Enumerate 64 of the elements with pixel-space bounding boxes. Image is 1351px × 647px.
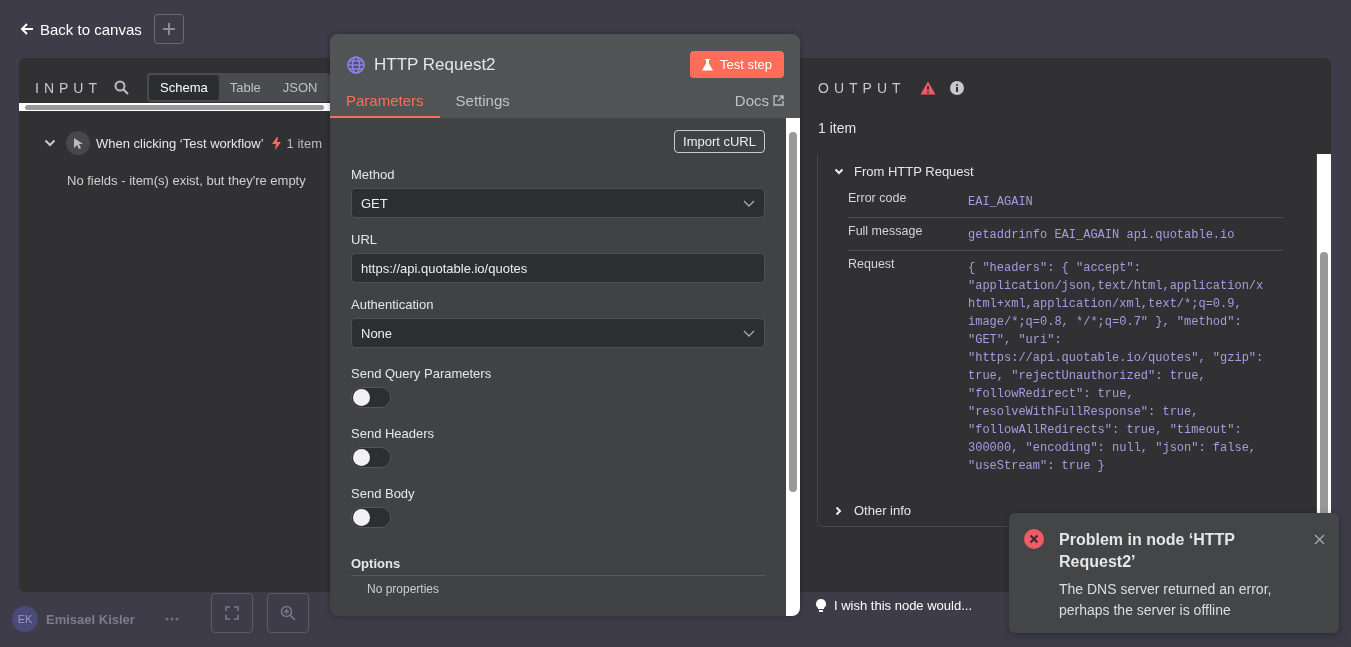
field-label: Send Body — [351, 486, 416, 501]
output-item-count: 1 item — [817, 119, 858, 136]
notification-title: Problem in node ‘HTTP Request2’ — [1059, 530, 1236, 572]
horizontal-scrollbar[interactable] — [19, 103, 330, 111]
info-icon[interactable] — [949, 81, 964, 95]
detail-value: getaddrinfo EAI_AGAIN api.quotable.io — [968, 227, 1236, 244]
detail-label: Error code — [848, 191, 908, 207]
dropdown-field[interactable]: GET — [351, 188, 765, 218]
dropdown-field[interactable]: None — [351, 318, 765, 348]
output-title: OUTPUT — [818, 80, 906, 96]
field-label: Send Headers — [351, 426, 436, 441]
fullscreen-icon — [225, 606, 239, 620]
toggle-switch[interactable] — [351, 387, 391, 408]
zoom-in-icon — [280, 605, 296, 621]
globe-icon — [347, 55, 365, 74]
external-link-icon — [773, 95, 784, 106]
user-name: Emisael Kisler — [46, 611, 135, 627]
back-to-canvas-link[interactable]: Back to canvas — [20, 20, 142, 38]
chevron-down-icon[interactable] — [44, 139, 56, 147]
empty-message: No fields - item(s) exist, but they're empty — [67, 173, 307, 188]
close-icon[interactable] — [1314, 534, 1325, 545]
detail-value: { "headers": { "accept": "application/json,text/html,application/xhtml+xml,application/xml,text/*;q=0.9, image/*;q=0.8, */*;q=0.7" }, "method": "GET", "uri": "https://api.quotable.io/quotes", "gzip": true, "rejectUnauthorized": true, "followRedirect": true, "resolveWithFullResponse": true, "followAllRedirects": true, "timeout": 300000, "encoding": null, "json": false, "useStream": true } — [968, 260, 1264, 475]
user-avatar: EK — [12, 606, 38, 632]
plus-icon — [161, 22, 176, 36]
lightning-icon — [271, 136, 281, 150]
field-label: Send Query Parameters — [351, 366, 493, 381]
flask-icon — [701, 58, 713, 71]
import-curl-button[interactable]: Import cURL — [674, 130, 765, 153]
search-icon[interactable] — [114, 80, 129, 95]
add-node-button[interactable] — [153, 14, 184, 44]
notification-message: The DNS server returned an error, perhaps the server is offline — [1059, 580, 1273, 620]
toggle-switch[interactable] — [351, 507, 391, 528]
vertical-scrollbar[interactable] — [786, 118, 800, 616]
view-tab[interactable]: JSON — [271, 75, 329, 100]
view-tab[interactable]: Schema — [149, 75, 219, 100]
detail-label: Full message — [848, 224, 924, 240]
detail-label: Request — [848, 257, 896, 273]
arrow-left-icon — [20, 22, 34, 36]
chevron-icon[interactable] — [834, 167, 844, 176]
field-label: Method — [351, 167, 396, 182]
panel-tab[interactable]: Settings — [439, 84, 526, 118]
cursor-icon — [66, 131, 90, 155]
detail-value: EAI_AGAIN — [968, 194, 1034, 211]
node-title[interactable]: HTTP Request2 — [374, 54, 681, 75]
section-title[interactable]: From HTTP Request — [854, 164, 974, 179]
view-tab[interactable]: Table — [218, 75, 272, 100]
error-icon — [1024, 529, 1044, 549]
item-count: 1 item — [286, 135, 322, 151]
chevron-down-icon — [743, 329, 755, 337]
section-title[interactable]: Other info — [854, 503, 912, 518]
no-properties-text: No properties — [367, 582, 441, 596]
chevron-icon[interactable] — [835, 505, 843, 516]
chevron-down-icon — [743, 199, 755, 207]
options-heading: Options — [351, 556, 765, 576]
feedback-link[interactable]: I wish this node would... — [834, 598, 973, 613]
lightbulb-icon — [816, 599, 826, 612]
docs-link[interactable]: Docs — [734, 92, 784, 118]
field-label: URL — [351, 232, 378, 247]
toggle-switch[interactable] — [351, 447, 391, 468]
field-label: Authentication — [351, 297, 435, 312]
url-input-field[interactable]: https://api.quotable.io/quotes — [351, 253, 765, 283]
trigger-node-name: When clicking ‘Test workflow’ — [96, 135, 264, 151]
input-title: INPUT — [35, 79, 102, 96]
warning-icon — [919, 81, 936, 95]
